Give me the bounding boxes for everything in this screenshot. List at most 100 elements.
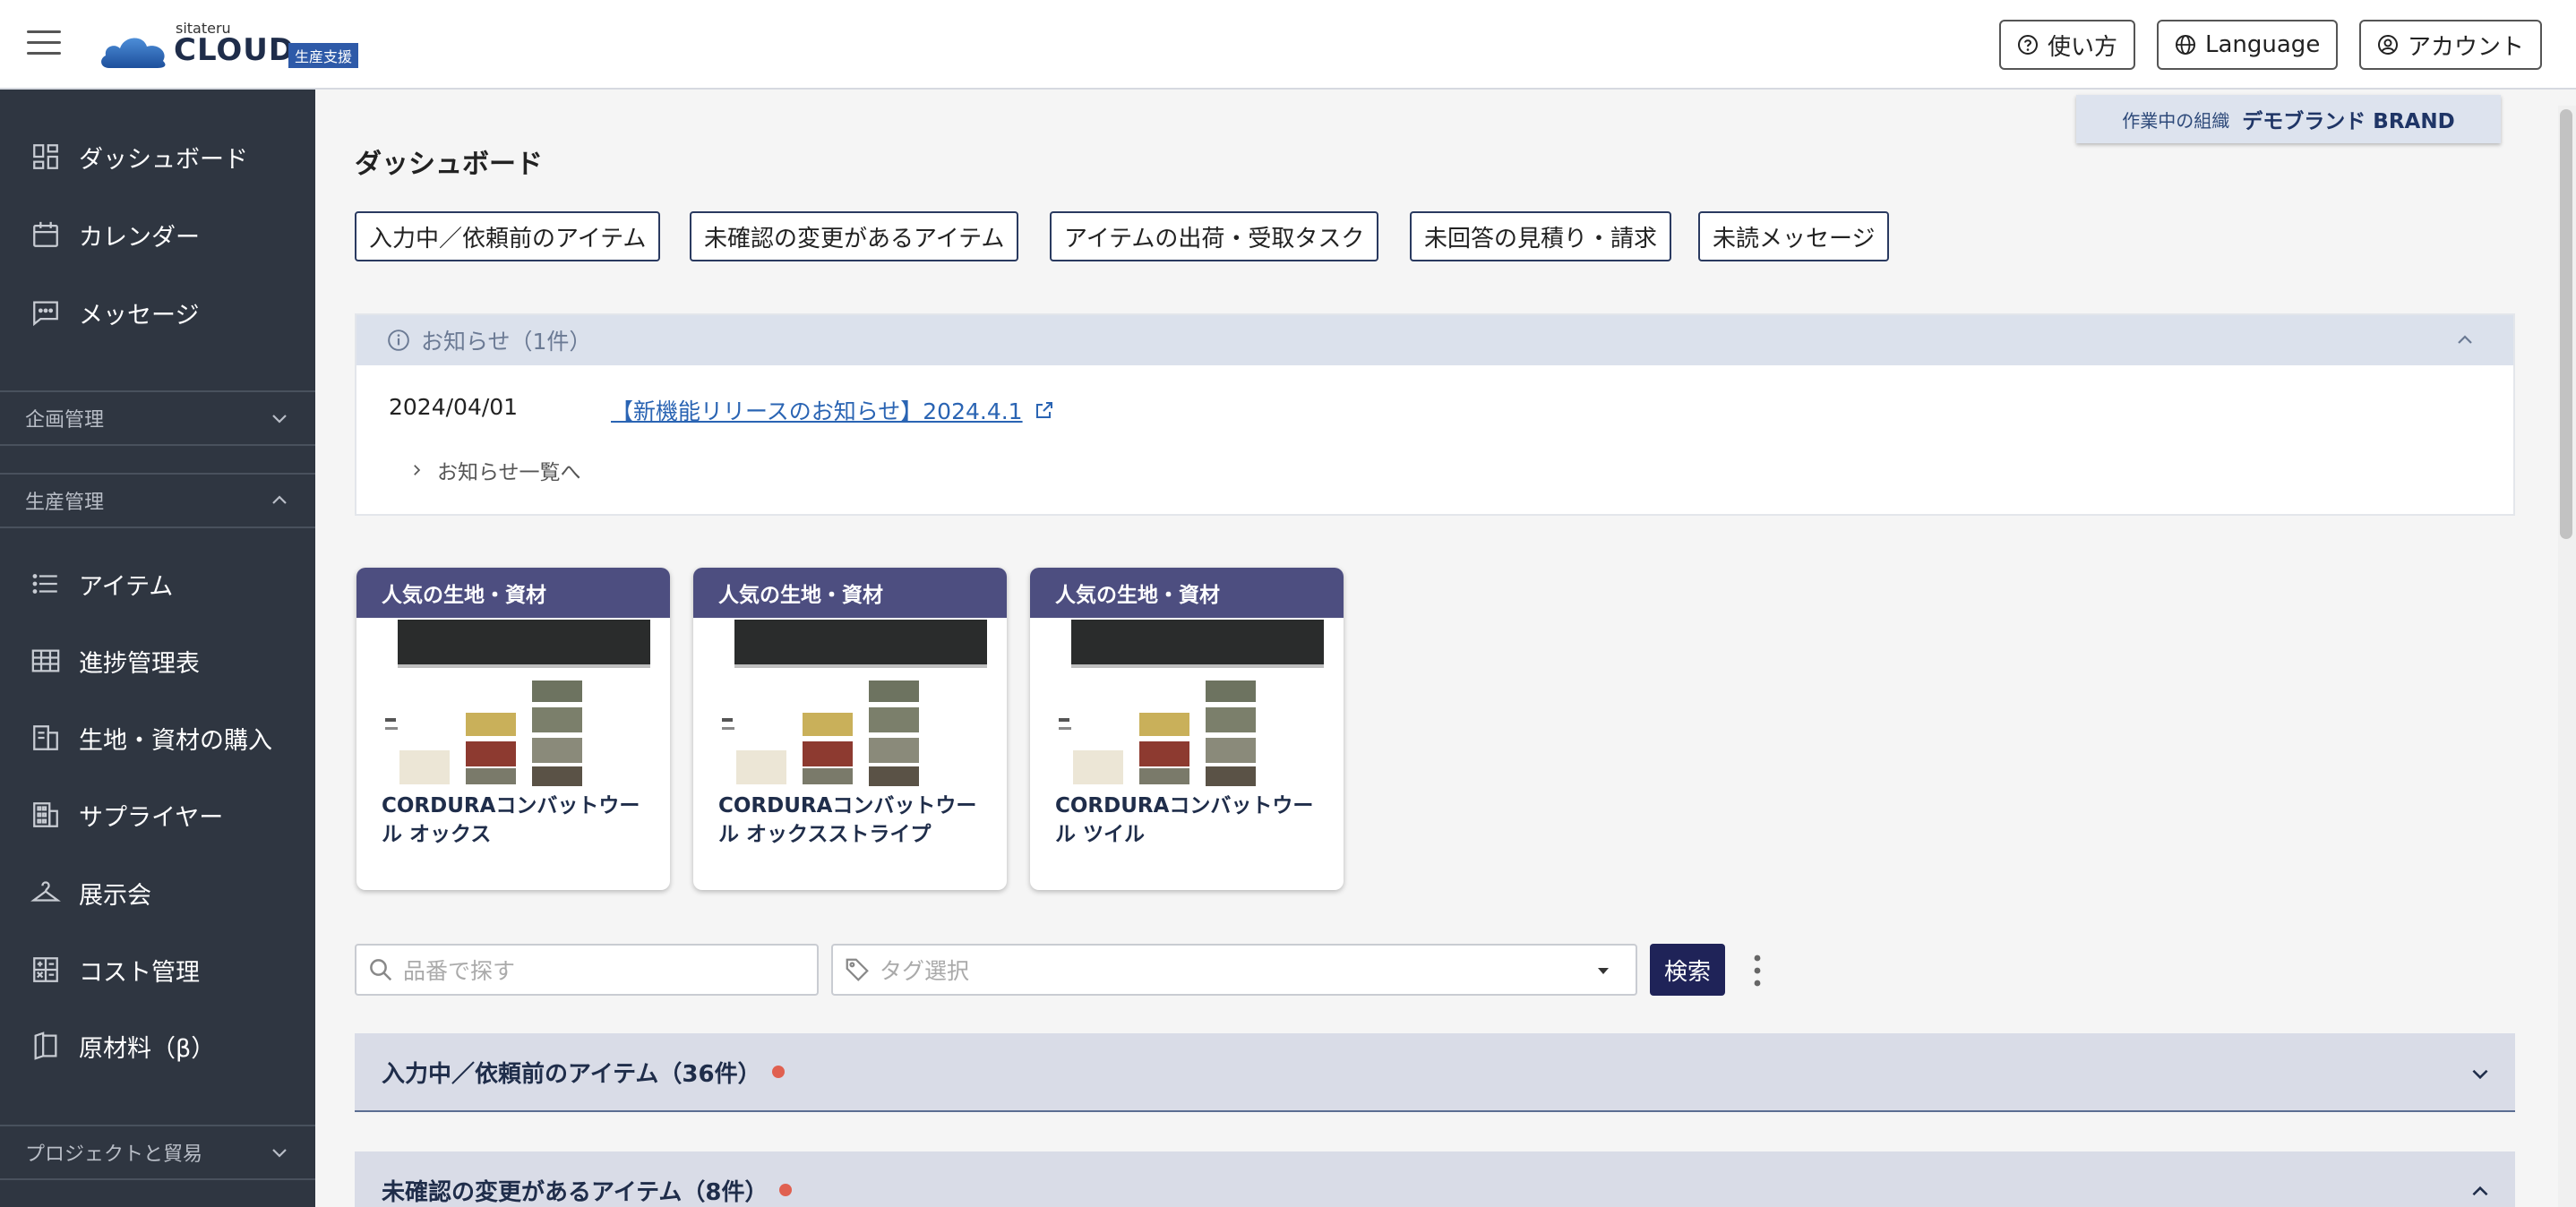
notice-link-text: 【新機能リリースのお知らせ】2024.4.1 [611, 398, 1023, 424]
chevron-down-icon [272, 415, 287, 424]
menu-icon[interactable] [27, 30, 61, 57]
logo-text: CLOUD [174, 32, 296, 68]
notice-more-label: お知らせ一覧へ [437, 461, 581, 484]
chevron-down-icon [272, 1149, 287, 1158]
sidebar-item-supplier[interactable]: サプライヤー [0, 783, 315, 846]
page-title: ダッシュボード [355, 149, 543, 180]
section-label: 生産管理 [25, 492, 105, 514]
material-card[interactable]: 人気の生地・資材 CORDURAコンバットウール ツイル [1030, 568, 1344, 890]
section-label: プロジェクトと貿易 [25, 1143, 203, 1166]
accordion-drafting-items[interactable]: 入力中／依頼前のアイテム（36件） [355, 1033, 2515, 1112]
cloud-logo-icon [101, 38, 166, 68]
material-card[interactable]: 人気の生地・資材 CORDURAコンバットウール オックス [356, 568, 670, 890]
sidebar-item-message[interactable]: メッセージ [0, 281, 315, 344]
card-name: CORDURAコンバットウール オックスストライプ [718, 794, 977, 846]
user-circle-icon [2378, 35, 2398, 55]
accordion-label: 入力中／依頼前のアイテム（36件） [382, 1060, 761, 1088]
fabric-swatch-image [1059, 620, 1324, 786]
search-button[interactable]: 検索 [1650, 944, 1725, 996]
tag-placeholder: タグ選択 [880, 958, 970, 984]
tag-select[interactable]: タグ選択 [831, 944, 1637, 996]
notice-link[interactable]: 【新機能リリースのお知らせ】2024.4.1 [611, 394, 1055, 426]
chevron-right-icon [414, 465, 421, 475]
organization-indicator: 作業中の組織 デモブランド BRAND [2076, 95, 2501, 143]
account-label: アカウント [2408, 33, 2525, 61]
help-label: 使い方 [2048, 33, 2118, 61]
app-header: sitateru CLOUD 生産支援 使い方 Language アカウント [0, 0, 2576, 90]
caret-down-icon [1598, 968, 1609, 974]
sidebar-item-label: 生地・資材の購入 [79, 726, 272, 755]
material-card[interactable]: 人気の生地・資材 CORDURAコンバットウール オックスストライプ [693, 568, 1007, 890]
chevron-down-icon [2472, 1069, 2488, 1080]
card-name: CORDURAコンバットウール ツイル [1055, 794, 1314, 846]
app-logo[interactable]: sitateru CLOUD 生産支援 [99, 20, 376, 72]
question-icon [2018, 35, 2038, 55]
filter-button-unconfirmed[interactable]: 未確認の変更があるアイテム [690, 211, 1019, 261]
sidebar-item-label: コスト管理 [79, 958, 200, 987]
org-label: 作業中の組織 [2122, 109, 2230, 132]
notice-list-link[interactable]: お知らせ一覧へ [408, 455, 581, 485]
purchase-icon [33, 725, 58, 750]
sidebar-item-label: ダッシュボード [79, 145, 248, 174]
sidebar-item-label: メッセージ [79, 301, 200, 330]
accordion-unconfirmed-items[interactable]: 未確認の変更があるアイテム（8件） [355, 1151, 2515, 1207]
info-icon [388, 330, 409, 351]
dashboard-icon [33, 144, 58, 169]
sidebar-item-materials[interactable]: 原材料（β） [0, 1014, 315, 1077]
fabric-swatch-image [722, 620, 987, 786]
chevron-up-icon [2472, 1186, 2488, 1196]
sidebar-item-label: 進捗管理表 [79, 649, 200, 678]
filter-button-unread[interactable]: 未読メッセージ [1698, 211, 1890, 261]
search-placeholder: 品番で探す [403, 958, 516, 984]
help-button[interactable]: 使い方 [1999, 20, 2136, 70]
section-project[interactable]: プロジェクトと貿易 [0, 1125, 315, 1180]
scrollbar-thumb[interactable] [2560, 109, 2572, 539]
book-icon [34, 1032, 57, 1060]
part-number-search-input[interactable]: 品番で探す [355, 944, 819, 996]
sidebar-item-label: アイテム [79, 572, 174, 601]
notice-date: 2024/04/01 [389, 394, 519, 420]
filter-button-shipping[interactable]: アイテムの出荷・受取タスク [1050, 211, 1379, 261]
message-icon [33, 301, 58, 327]
fabric-swatch-image [385, 620, 650, 786]
sidebar-item-calendar[interactable]: カレンダー [0, 203, 315, 266]
logo-badge: 生産支援 [288, 43, 359, 68]
sidebar-item-cost[interactable]: コスト管理 [0, 938, 315, 1001]
sidebar-item-purchase[interactable]: 生地・資材の購入 [0, 706, 315, 769]
filter-button-drafting[interactable]: 入力中／依頼前のアイテム [355, 211, 661, 261]
calculator-icon [33, 957, 58, 982]
account-button[interactable]: アカウント [2359, 20, 2543, 70]
list-icon [32, 574, 57, 594]
card-tag: 人気の生地・資材 [356, 568, 670, 618]
alert-dot [771, 1066, 785, 1078]
grid-icon [31, 649, 60, 672]
sidebar-item-label: カレンダー [79, 223, 200, 252]
sidebar-item-label: 展示会 [79, 881, 151, 910]
alert-dot [778, 1184, 792, 1196]
sidebar-item-label: サプライヤー [79, 803, 224, 832]
sidebar-item-label: 原材料（β） [79, 1034, 216, 1063]
sidebar-item-progress[interactable]: 進捗管理表 [0, 629, 315, 692]
tag-icon [846, 958, 869, 981]
section-planning[interactable]: 企画管理 [0, 390, 315, 446]
sidebar-item-items[interactable]: アイテム [0, 552, 315, 615]
notice-header[interactable]: お知らせ（1件） [356, 315, 2513, 365]
external-link-icon [1035, 402, 1052, 418]
sidebar-item-dashboard[interactable]: ダッシュボード [0, 125, 315, 188]
card-tag: 人気の生地・資材 [693, 568, 1007, 618]
section-production[interactable]: 生産管理 [0, 473, 315, 528]
language-label: Language [2205, 31, 2321, 58]
org-name: デモブランド BRAND [2242, 110, 2455, 133]
sidebar-item-exhibition[interactable]: 展示会 [0, 861, 315, 924]
filter-button-quotes[interactable]: 未回答の見積り・請求 [1410, 211, 1672, 261]
hanger-icon [30, 881, 61, 902]
accordion-label: 未確認の変更があるアイテム（8件） [382, 1178, 769, 1206]
calendar-icon [33, 221, 58, 247]
language-button[interactable]: Language [2157, 20, 2339, 70]
globe-icon [2176, 35, 2195, 55]
section-label: 企画管理 [25, 409, 105, 432]
more-vertical-icon[interactable] [1748, 953, 1766, 989]
card-tag: 人気の生地・資材 [1030, 568, 1344, 618]
chevron-up-icon[interactable] [2454, 330, 2476, 351]
building-icon [33, 802, 58, 827]
